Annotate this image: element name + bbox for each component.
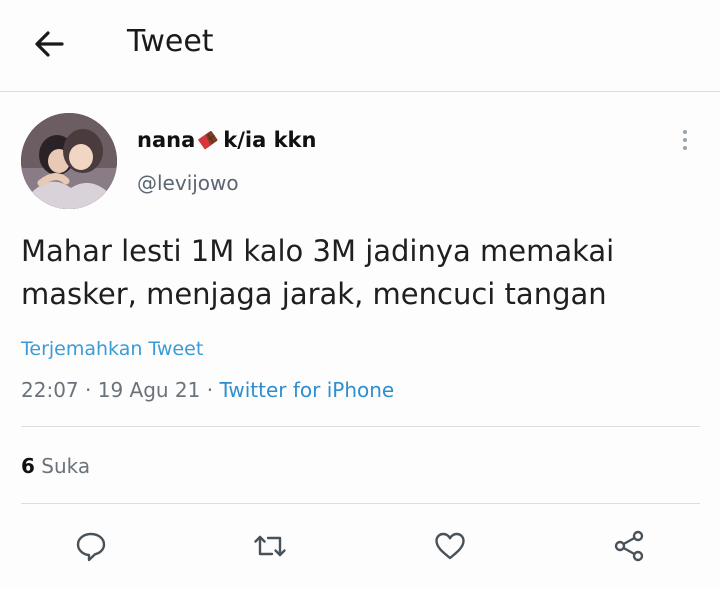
chocolate-bar-icon (197, 129, 219, 151)
actions-divider (21, 503, 700, 504)
likes-label: Suka (41, 454, 91, 478)
more-options-icon[interactable] (678, 130, 692, 156)
tweet-date: 19 Agu 21 (97, 378, 201, 402)
retweet-icon[interactable] (252, 528, 288, 564)
author-handle[interactable]: @levijowo (137, 171, 239, 195)
meta-divider (21, 426, 700, 427)
likes-summary[interactable]: 6 Suka (21, 454, 90, 478)
header-divider (0, 91, 720, 92)
back-arrow-icon[interactable] (30, 26, 70, 62)
author-name-suffix: k/ia kkn (223, 128, 317, 152)
tweet-source-link[interactable]: Twitter for iPhone (219, 378, 394, 402)
reply-icon[interactable] (73, 528, 109, 564)
meta-separator: · (85, 378, 98, 402)
author-name-text: nana (137, 128, 196, 152)
top-app-bar: Tweet (0, 0, 720, 91)
share-icon[interactable] (611, 528, 647, 564)
tweet-text: Mahar lesti 1M kalo 3M jadinya memakai m… (21, 234, 615, 311)
like-icon[interactable] (432, 528, 468, 564)
tweet-meta: 22:07 · 19 Agu 21 · Twitter for iPhone (21, 378, 394, 402)
page-title: Tweet (127, 24, 214, 59)
avatar[interactable] (21, 113, 117, 209)
author-name[interactable]: nana k/ia kkn (137, 128, 316, 152)
meta-separator: · (206, 378, 220, 402)
likes-count: 6 (21, 454, 35, 478)
tweet-time: 22:07 (21, 378, 79, 402)
translate-tweet-link[interactable]: Terjemahkan Tweet (21, 338, 203, 360)
